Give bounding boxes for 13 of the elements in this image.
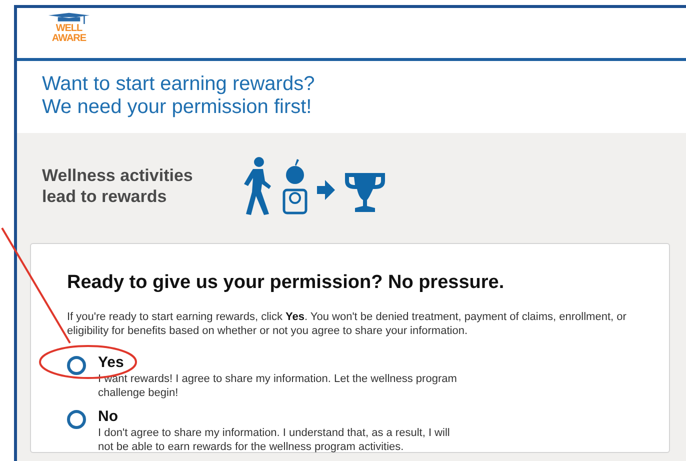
- logo-text: WELL: [56, 24, 82, 34]
- intro-paragraph: If you're ready to start earning rewards, click Yes. You won't be denied treatment, payment of claims, enrollment, or eligibility for benefits based on whether or not you agree to share your information.: [67, 310, 628, 338]
- option-label: Yes: [98, 354, 125, 372]
- headline: We need your permission first!: [42, 96, 313, 119]
- banner-text: Wellness activities: [42, 165, 193, 186]
- card-title: Ready to give us your permission? No pressure.: [67, 272, 506, 294]
- banner-text: lead to rewards: [42, 186, 168, 207]
- option-description: I don't agree to share my information. I understand that, as a result, I will not be able to earn rewards for the wellness program activities.: [98, 426, 451, 454]
- logo-text: AWARE: [52, 34, 86, 44]
- radio-button[interactable]: [67, 410, 86, 429]
- radio-button[interactable]: [67, 356, 86, 375]
- headline: Want to start earning rewards?: [42, 73, 316, 96]
- option-label: No: [98, 408, 119, 426]
